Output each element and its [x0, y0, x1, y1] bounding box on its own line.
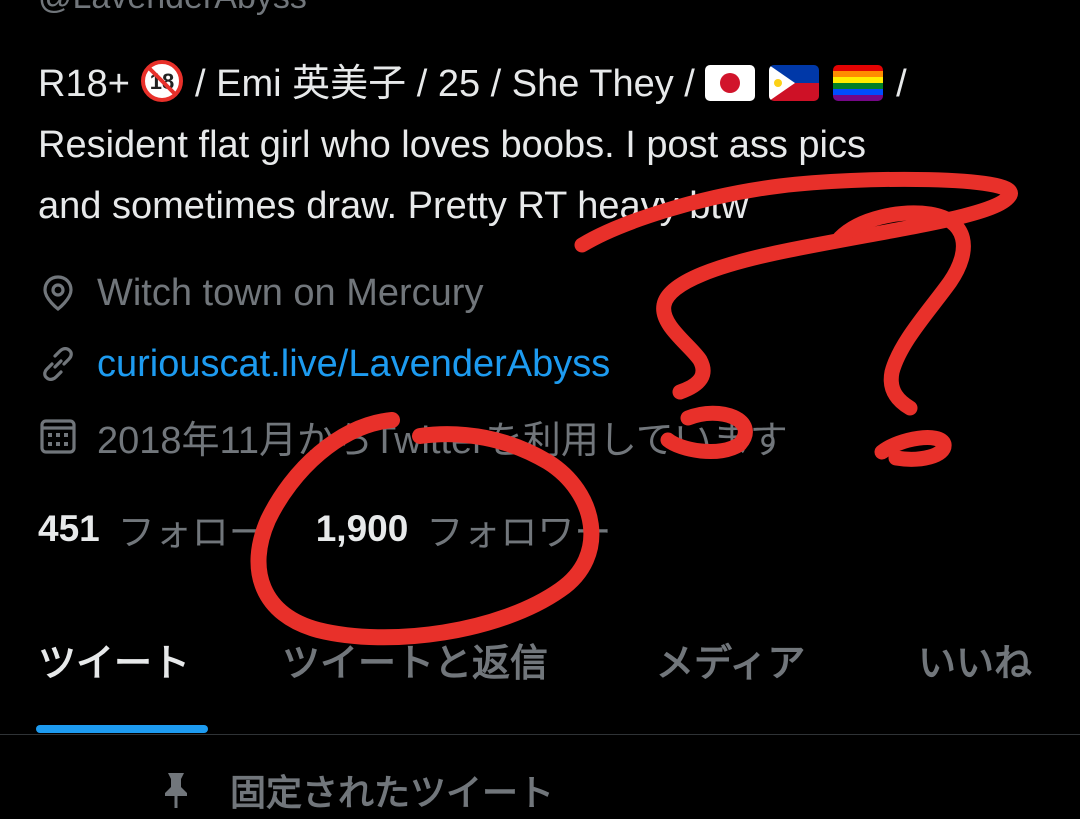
bio-line-3: and sometimes draw. Pretty RT heavy btw: [38, 185, 749, 227]
following-count: 451: [38, 508, 100, 549]
profile-location: Witch town on Mercury: [38, 270, 483, 316]
bio-rating: R18+: [38, 63, 130, 105]
followers-count: 1,900: [315, 508, 409, 549]
profile-handle: @LavenderAbyss: [38, 0, 307, 17]
no-under-18-icon: 18: [140, 59, 184, 103]
calendar-icon: [38, 416, 78, 456]
location-text: Witch town on Mercury: [97, 271, 484, 314]
rainbow-flag-icon: [832, 65, 883, 101]
question-mark-right: [832, 205, 971, 467]
tab-tweets-and-replies[interactable]: ツイートと返信: [282, 636, 548, 692]
profile-website[interactable]: curiouscat.live/LavenderAbyss: [38, 341, 610, 387]
website-link[interactable]: curiouscat.live/LavenderAbyss: [97, 343, 610, 386]
active-tab-indicator: [36, 725, 208, 733]
tab-media[interactable]: メディア: [656, 636, 805, 692]
philippines-flag-icon: [768, 65, 819, 101]
link-icon: [38, 344, 78, 384]
bio-line-2: Resident flat girl who loves boobs. I po…: [38, 124, 866, 166]
pinned-tweet-header: 固定されたツイート: [156, 766, 554, 814]
following-label: フォロー: [117, 512, 266, 553]
followers-label: フォロワー: [426, 512, 612, 553]
bio-identity: / Emi 英美子 / 25 / She They /: [195, 63, 695, 105]
tab-likes[interactable]: いいね: [918, 636, 1032, 692]
profile-joined: 2018年11月からTwitterを利用しています: [38, 413, 788, 462]
pinned-label: 固定されたツイート: [230, 772, 555, 813]
profile-stats: 451 フォロー 1,900 フォロワー: [38, 505, 611, 553]
location-pin-icon: [38, 273, 78, 313]
profile-bio: R18+ 18 / Emi 英美子 / 25 / She They /: [38, 54, 1048, 237]
tab-tweets[interactable]: ツイート: [38, 636, 190, 692]
japan-flag-icon: [705, 65, 756, 101]
following-stat[interactable]: 451 フォロー: [38, 502, 266, 556]
bio-line-1: R18+ 18 / Emi 英美子 / 25 / She They /: [38, 54, 1048, 115]
tabs-divider: [0, 734, 1080, 735]
followers-stat[interactable]: 1,900 フォロワー: [316, 502, 612, 556]
joined-text: 2018年11月からTwitterを利用しています: [97, 419, 788, 462]
bio-separator: /: [896, 63, 907, 105]
pin-icon: [156, 770, 196, 810]
